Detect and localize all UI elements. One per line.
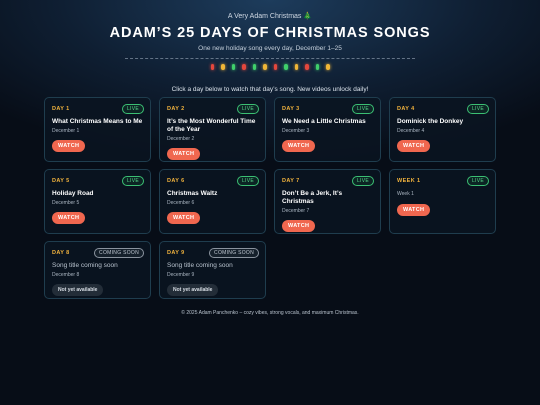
watch-button[interactable]: WATCH <box>52 212 86 225</box>
song-date: December 4 <box>397 128 425 135</box>
watch-button[interactable]: WATCH <box>397 140 431 153</box>
day-label: DAY 8 <box>52 250 70 256</box>
day-label: DAY 1 <box>52 106 70 112</box>
day-card-6[interactable]: DAY 6 LIVE Christmas Waltz December 6 WA… <box>159 169 266 234</box>
week-date: Week 1 <box>397 191 414 197</box>
song-date: December 6 <box>167 200 195 207</box>
song-date: December 5 <box>52 200 80 207</box>
song-date: December 1 <box>52 128 80 135</box>
light-bulb-icon <box>252 64 256 70</box>
day-card-4[interactable]: DAY 4 LIVE Dominick the Donkey December … <box>389 97 496 162</box>
song-title-placeholder: Song title coming soon <box>167 262 233 269</box>
song-date: December 3 <box>282 128 310 135</box>
light-bulb-icon <box>263 64 267 70</box>
song-title: Don’t Be a Jerk, It’s Christmas <box>282 190 343 206</box>
live-badge: LIVE <box>121 176 144 186</box>
song-date: December 9 <box>167 272 195 279</box>
watch-button[interactable]: WATCH <box>167 148 201 161</box>
live-badge: LIVE <box>466 104 489 114</box>
live-badge: LIVE <box>121 104 144 114</box>
light-bulb-icon <box>315 64 319 70</box>
live-badge: LIVE <box>466 176 489 186</box>
song-date: December 2 <box>167 136 195 143</box>
live-badge: LIVE <box>351 104 374 114</box>
page-kicker: A Very Adam Christmas 🎄 <box>227 13 313 20</box>
day-label: DAY 3 <box>282 106 300 112</box>
song-date: December 7 <box>282 208 310 215</box>
watch-button[interactable]: WATCH <box>282 220 316 233</box>
light-bulb-icon <box>221 64 225 70</box>
song-title: Dominick the Donkey <box>397 118 464 125</box>
days-grid: DAY 1 LIVE What Christmas Means to Me De… <box>44 97 496 299</box>
day-card-9: DAY 9 COMING SOON Song title coming soon… <box>159 241 266 299</box>
day-card-1[interactable]: DAY 1 LIVE What Christmas Means to Me De… <box>44 97 151 162</box>
day-card-3[interactable]: DAY 3 LIVE We Need a Little Christmas De… <box>274 97 381 162</box>
watch-button[interactable]: WATCH <box>52 140 86 153</box>
page-subtitle: One new holiday song every day, December… <box>198 45 342 52</box>
page-header: A Very Adam Christmas 🎄 ADAM’S 25 DAYS O… <box>0 0 540 70</box>
light-bulb-icon <box>231 64 235 70</box>
watch-button[interactable]: WATCH <box>167 212 201 225</box>
day-label: DAY 2 <box>167 106 185 112</box>
live-badge: LIVE <box>236 176 259 186</box>
day-label: DAY 7 <box>282 178 300 184</box>
light-bulb-icon <box>210 64 214 70</box>
watch-button[interactable]: WATCH <box>282 140 316 153</box>
light-bulb-icon <box>305 64 309 70</box>
song-title: Holiday Road <box>52 190 94 197</box>
header-divider <box>125 58 415 59</box>
not-available-button: Not yet available <box>52 284 104 297</box>
day-card-7[interactable]: DAY 7 LIVE Don’t Be a Jerk, It’s Christm… <box>274 169 381 234</box>
light-bulb-icon <box>326 64 330 70</box>
day-label: DAY 5 <box>52 178 70 184</box>
week-label: WEEK 1 <box>397 178 421 184</box>
song-title: What Christmas Means to Me <box>52 118 143 125</box>
song-title-placeholder: Song title coming soon <box>52 262 118 269</box>
song-title: Christmas Waltz <box>167 190 218 197</box>
day-label: DAY 9 <box>167 250 185 256</box>
coming-soon-badge: COMING SOON <box>209 248 259 258</box>
day-card-5[interactable]: DAY 5 LIVE Holiday Road December 5 WATCH <box>44 169 151 234</box>
song-date: December 8 <box>52 272 80 279</box>
not-available-button: Not yet available <box>167 284 219 297</box>
song-title: It’s the Most Wonderful Time of the Year <box>167 118 256 134</box>
instructions-text: Click a day below to watch that day’s so… <box>171 86 369 93</box>
string-lights <box>0 64 540 70</box>
light-bulb-icon <box>294 64 298 70</box>
song-title: We Need a Little Christmas <box>282 118 366 125</box>
light-bulb-icon <box>242 64 246 70</box>
day-label: DAY 4 <box>397 106 415 112</box>
page-footer: © 2025 Adam Panchenko – cozy vibes, stro… <box>181 310 359 316</box>
light-bulb-icon <box>284 64 288 70</box>
page-title: ADAM’S 25 DAYS OF CHRISTMAS SONGS <box>109 25 431 41</box>
watch-button[interactable]: WATCH <box>397 204 431 216</box>
light-bulb-icon <box>273 64 277 70</box>
live-badge: LIVE <box>236 104 259 114</box>
week-card-1[interactable]: WEEK 1 LIVE Week 1 WATCH <box>389 169 496 234</box>
coming-soon-badge: COMING SOON <box>94 248 144 258</box>
live-badge: LIVE <box>351 176 374 186</box>
day-label: DAY 6 <box>167 178 185 184</box>
day-card-8: DAY 8 COMING SOON Song title coming soon… <box>44 241 151 299</box>
day-card-2[interactable]: DAY 2 LIVE It’s the Most Wonderful Time … <box>159 97 266 162</box>
